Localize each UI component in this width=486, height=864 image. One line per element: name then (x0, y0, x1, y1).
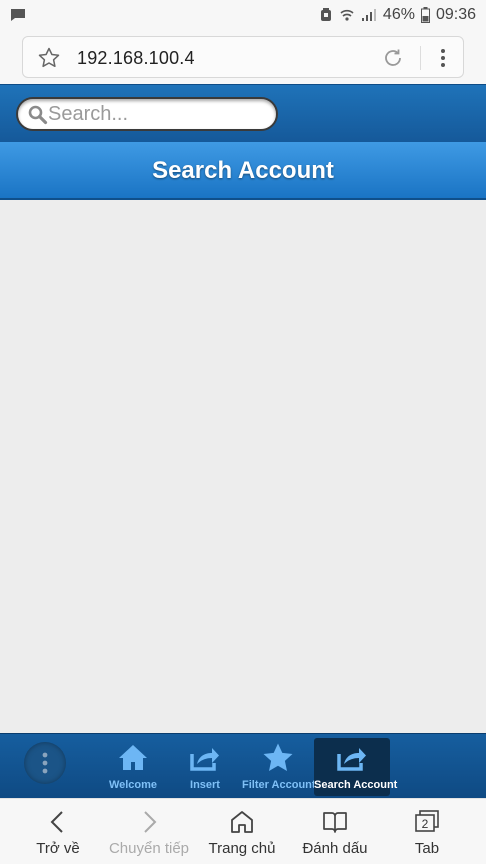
app-header: Search Account (0, 142, 486, 200)
url-text[interactable]: 192.168.100.4 (77, 48, 195, 69)
alarm-icon (319, 7, 333, 23)
address-box[interactable]: 192.168.100.4 (22, 36, 464, 78)
home-icon (117, 742, 149, 774)
chevron-right-icon (144, 811, 157, 833)
footer-navbar: Welcome Insert Filter Account Search Acc… (0, 733, 486, 798)
share-icon (189, 742, 221, 774)
wifi-icon (339, 7, 355, 23)
more-dots-icon (42, 752, 48, 774)
chevron-left-icon (50, 811, 63, 833)
tabs-label: Tab (414, 840, 440, 857)
app-search-bar (0, 84, 486, 142)
tabs-button[interactable]: 2 Tab (382, 807, 472, 857)
home-button[interactable]: Trang chủ (197, 807, 287, 857)
chat-icon (10, 8, 26, 27)
battery-percent: 46% (382, 6, 415, 23)
home-label: Trang chủ (208, 840, 276, 857)
divider (420, 46, 421, 70)
forward-button[interactable]: Chuyển tiếp (104, 807, 194, 857)
reload-icon[interactable] (381, 46, 405, 70)
nav-label: Insert (190, 779, 220, 791)
search-field[interactable] (16, 97, 278, 131)
main-content (0, 200, 486, 733)
tab-count: 2 (422, 817, 429, 831)
search-icon (28, 105, 48, 125)
browser-url-bar: 192.168.100.4 (0, 30, 486, 84)
back-label: Trở về (36, 840, 80, 857)
forward-label: Chuyển tiếp (108, 840, 190, 857)
bookmarks-label: Đánh dấu (302, 840, 368, 857)
nav-label: Search Account (314, 779, 398, 791)
bookmarks-button[interactable]: Đánh dấu (290, 807, 380, 857)
nav-label: Filter Account (242, 779, 316, 791)
signal-icon (361, 8, 377, 22)
browser-toolbar: Trở về Chuyển tiếp Trang chủ Đánh dấu 2 … (0, 798, 486, 864)
back-button[interactable]: Trở về (13, 807, 103, 857)
nav-label: Welcome (108, 779, 158, 791)
nav-item-welcome[interactable]: Welcome (103, 738, 163, 796)
status-bar: 46% 09:36 (0, 0, 486, 30)
book-icon (323, 812, 347, 833)
nav-item-filter-account[interactable]: Filter Account (242, 738, 316, 796)
clock-time: 09:36 (435, 6, 476, 23)
page-title: Search Account (152, 157, 334, 184)
search-input[interactable] (48, 102, 268, 126)
star-icon (262, 742, 294, 774)
bookmark-star-icon[interactable] (37, 46, 61, 70)
nav-item-insert[interactable]: Insert (176, 738, 234, 796)
battery-icon (420, 7, 430, 23)
home-outline-icon (231, 811, 253, 833)
browser-menu-icon[interactable] (439, 47, 447, 69)
share-icon (336, 742, 368, 774)
more-menu-button[interactable] (24, 742, 66, 784)
tabs-icon: 2 (415, 810, 439, 832)
nav-item-search-account[interactable]: Search Account (314, 738, 398, 796)
